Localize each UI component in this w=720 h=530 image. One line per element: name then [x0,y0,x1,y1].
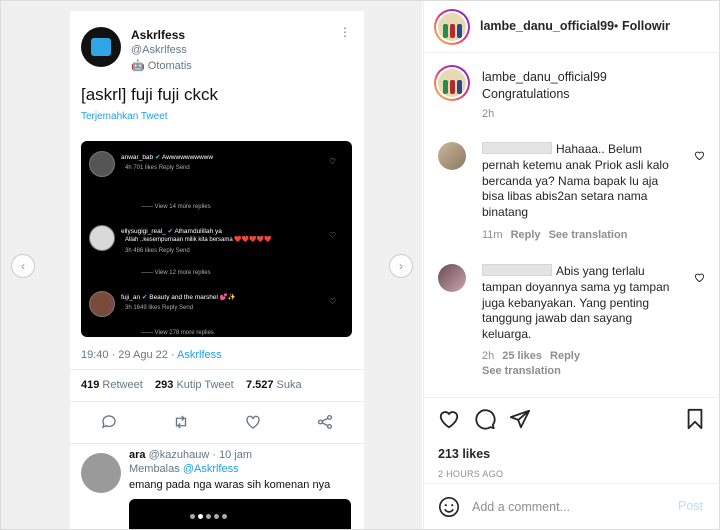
comment-time: 11m [482,229,503,241]
tweet-reply: ara @kazuhauw · 10 jam Membalas @Askrlfe… [81,449,361,529]
comment-icon[interactable] [474,408,496,430]
tweet-translate-link: Terjemahkan Tweet [81,111,168,122]
reply-context: Membalas @Askrlfess [129,463,239,475]
tweet-stats: 419 Retweet 293 Kutip Tweet 7.527 Suka [81,379,302,391]
likes-count[interactable]: 213 likes [438,447,490,461]
carousel-dots [190,506,230,519]
previous-arrow-icon[interactable]: ‹ [11,254,35,278]
emoji-icon[interactable] [438,496,460,518]
add-comment-input[interactable] [472,498,672,516]
reply-button[interactable]: Reply [511,229,541,241]
like-comment-heart-icon[interactable] [694,150,705,161]
tweet-author-handle: @Askrlfess [131,44,187,56]
tweet-author-name: Askrlfess [131,28,186,42]
embedded-avatar [89,151,115,177]
carousel-dot [214,514,219,519]
comment-username-redacted[interactable] [482,264,552,276]
comment: Abis yang terlalu tampan doyannya sama y… [424,264,720,384]
comment-avatar[interactable] [438,142,466,170]
tweet-date: 19:40 · 29 Agu 22 · Askrlfess [81,349,222,361]
see-translation-button[interactable]: See translation [482,365,561,377]
caption-time: 2h [482,108,495,120]
caption-text: Congratulations [482,87,570,101]
tweet-header: Askrlfess @Askrlfess 🤖 Otomatis ⋮ [81,25,351,85]
next-arrow-icon[interactable]: › [389,254,413,278]
author-avatar[interactable] [434,9,470,45]
author-username[interactable]: lambe_danu_official99 [480,19,614,33]
comment-username-redacted[interactable] [482,142,552,154]
embedded-text: Awwwwwwwwww [161,154,214,161]
tweet-screenshot: Askrlfess @Askrlfess 🤖 Otomatis ⋮ [askrl… [70,11,364,529]
carousel-dot [222,514,227,519]
post-media: Askrlfess @Askrlfess 🤖 Otomatis ⋮ [askrl… [1,1,422,529]
embedded-comment: fuji_an ✔ Beauty and the marshel 💕✨ 3h 1… [89,291,344,321]
caption: lambe_danu_official99 Congratulations 2h [424,61,720,131]
post-panel: lambe_danu_official99 • Following lambe_… [423,1,720,529]
post-timestamp: 2 HOURS AGO [438,469,504,479]
tweet-actions [70,413,364,433]
like-icon [246,415,260,429]
embedded-meta: 3h 486 likes Reply Send [125,248,190,254]
add-comment-bar: Post [424,483,720,529]
caption-username[interactable]: lambe_danu_official99 [482,70,607,84]
comment-avatar[interactable] [438,264,466,292]
caption-avatar[interactable] [434,65,470,101]
more-icon: ⋮ [339,25,351,39]
reply-avatar [81,453,121,493]
heart-icon: ♡ [328,157,336,166]
heart-icon: ♡ [328,231,336,240]
tweet-text: [askrl] fuji fuji ckck [81,85,218,104]
retweet-icon [175,415,187,429]
carousel-dot-active [198,514,203,519]
embedded-avatar [89,225,115,251]
embedded-view-more: —— View 278 more replies [141,330,214,336]
reply-author: ara @kazuhauw · 10 jam [129,449,253,461]
embedded-user: anwar_bab [121,154,154,161]
post-header: lambe_danu_official99 • Following [424,1,720,53]
see-translation-button[interactable]: See translation [549,229,628,241]
tweet-avatar [81,27,121,67]
carousel-dot [206,514,211,519]
reply-image [129,499,351,529]
embedded-user: fuji_an [121,294,141,301]
embedded-text: Allah ..kesempurnaan milik kita bersama … [125,237,272,243]
post-actions [424,397,720,437]
embedded-view-more: —— View 12 more replies [141,270,211,276]
bookmark-icon[interactable] [684,408,706,430]
embedded-meta: 4h 701 likes Reply Send [125,165,190,171]
embedded-instagram-screenshot: anwar_bab ✔ Awwwwwwwwww 4h 701 likes Rep… [81,141,352,337]
tweet-automated-label: 🤖 Otomatis [131,60,192,72]
embedded-user: ellysugigi_real_ [121,228,166,235]
reply-icon [101,415,116,429]
heart-icon: ♡ [328,297,336,306]
embedded-meta: 3h 1649 likes Reply Send [125,305,194,311]
reply-button[interactable]: Reply [550,350,580,362]
share-send-icon[interactable] [509,408,531,430]
embedded-comment: ellysugigi_real_ ✔ Alhamdulillah ya Alla… [89,225,344,261]
comment: Hahaaa.. Belum pernah ketemu anak Priok … [424,142,720,252]
embedded-view-more: —— View 14 more replies [141,204,211,210]
reply-text: emang pada nga waras sih komenan nya [129,479,331,491]
following-button[interactable]: Following [622,19,670,33]
comment-likes[interactable]: 25 likes [502,350,542,362]
comment-meta: 11m Reply See translation [482,229,627,241]
like-heart-icon[interactable] [438,408,460,430]
like-comment-heart-icon[interactable] [694,272,705,283]
share-icon [317,414,333,430]
embedded-text: Alhamdulillah ya [174,228,222,235]
comment-meta: 2h 25 likes Reply [482,350,580,362]
carousel-dot [190,514,195,519]
embedded-avatar [89,291,115,317]
comment-time: 2h [482,350,495,362]
embedded-comment: anwar_bab ✔ Awwwwwwwwww 4h 701 likes Rep… [89,151,344,181]
post-comment-button[interactable]: Post [678,499,703,513]
embedded-text: Beauty and the marshel 💕✨ [149,294,236,301]
